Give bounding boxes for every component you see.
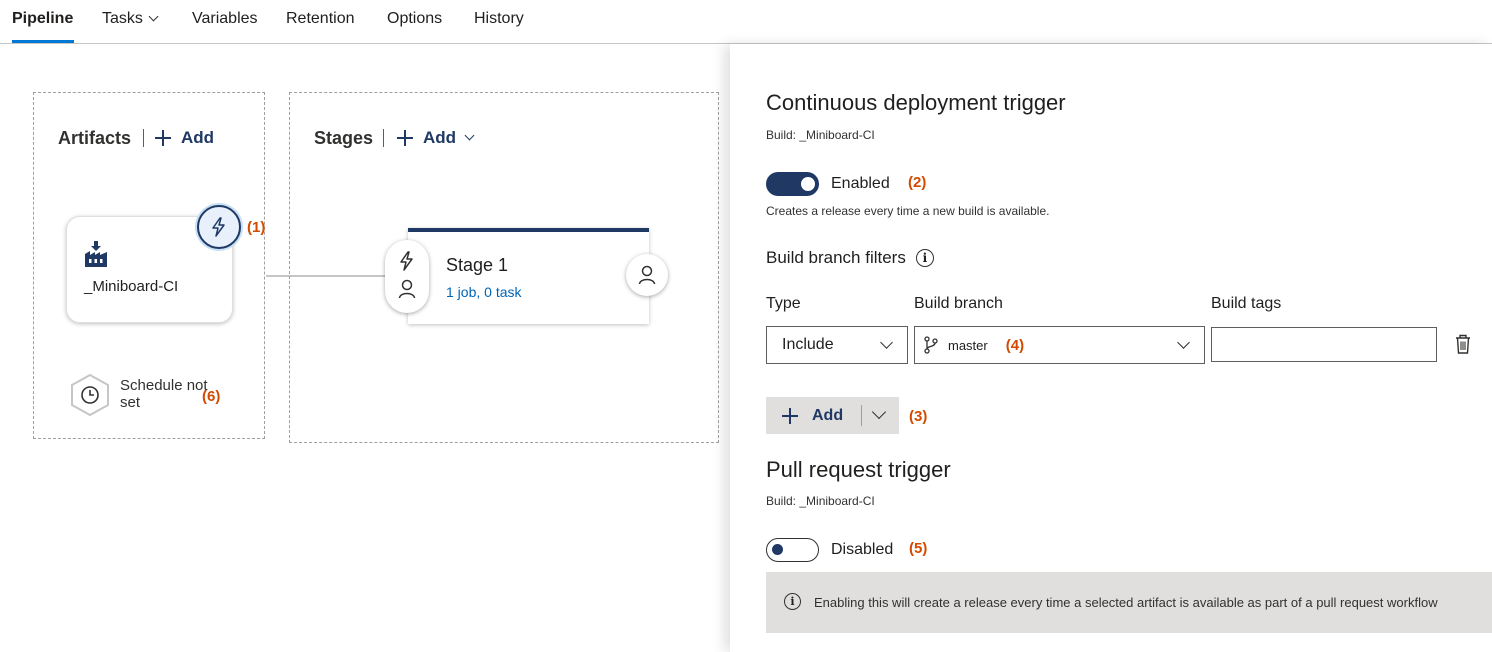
artifacts-title: Artifacts <box>58 128 132 148</box>
cd-description: Creates a release every time a new build… <box>766 204 1050 218</box>
pr-trigger-title: Pull request trigger <box>766 457 951 482</box>
column-build-branch: Build branch <box>914 295 1003 312</box>
plus-icon <box>782 407 798 424</box>
cd-toggle-label: Enabled <box>831 175 890 192</box>
add-artifact-button[interactable]: Add <box>155 128 214 148</box>
build-artifact-icon <box>85 241 107 267</box>
build-tags-input[interactable] <box>1211 327 1437 362</box>
pr-trigger-toggle[interactable] <box>766 538 819 562</box>
column-build-tags: Build tags <box>1211 295 1282 312</box>
pr-build-label: Build: _Miniboard-CI <box>766 494 875 508</box>
branch-icon <box>924 336 938 354</box>
build-branch-select[interactable]: master (4) <box>914 326 1205 364</box>
add-filter-button[interactable]: Add <box>766 397 899 434</box>
lightning-icon <box>400 251 413 271</box>
pr-toggle-label: Disabled <box>831 541 894 558</box>
cd-build-label: Build: _Miniboard-CI <box>766 128 875 142</box>
tab-options[interactable]: Options <box>387 10 442 28</box>
annotation-6: (6) <box>202 388 221 405</box>
schedule-button[interactable] <box>69 374 111 416</box>
toggle-knob <box>801 177 815 191</box>
filter-type-select[interactable]: Include <box>766 326 908 364</box>
stages-title: Stages <box>314 128 374 148</box>
artifact-name: _Miniboard-CI <box>84 278 179 295</box>
tab-tasks[interactable]: Tasks <box>102 10 159 28</box>
plus-icon <box>155 130 171 146</box>
schedule-label[interactable]: Schedule not set <box>120 377 210 411</box>
add-artifact-label: Add <box>181 128 215 147</box>
person-icon <box>638 265 656 285</box>
annotation-4: (4) <box>1005 336 1025 354</box>
plus-icon <box>397 130 413 146</box>
cd-trigger-title: Continuous deployment trigger <box>766 90 1066 115</box>
branch-filters-heading: Build branch filters i <box>766 248 934 268</box>
branch-filters-title: Build branch filters <box>766 248 906 267</box>
tab-history[interactable]: History <box>474 10 524 28</box>
divider <box>143 129 144 147</box>
top-nav: Pipeline Tasks Variables Retention Optio… <box>0 0 1492 44</box>
toggle-knob <box>772 544 783 555</box>
filter-type-value: Include <box>782 336 834 353</box>
column-type: Type <box>766 295 801 312</box>
chevron-down-icon <box>880 336 893 349</box>
tab-variables[interactable]: Variables <box>192 10 258 28</box>
annotation-2: (2) <box>908 174 927 191</box>
build-branch-value: master <box>948 337 988 353</box>
chevron-down-icon <box>464 130 475 140</box>
chevron-down-icon[interactable] <box>871 404 887 420</box>
info-icon: i <box>784 593 801 610</box>
post-deployment-approver-button[interactable] <box>626 254 668 296</box>
active-tab-indicator <box>12 40 74 43</box>
pr-info-bar: i Enabling this will create a release ev… <box>766 572 1492 633</box>
add-stage-label: Add <box>423 128 457 147</box>
info-icon[interactable]: i <box>915 249 934 267</box>
lightning-icon <box>212 217 225 237</box>
stage-card[interactable] <box>408 228 649 324</box>
chevron-down-icon <box>1177 336 1190 349</box>
chevron-down-icon <box>148 11 159 22</box>
add-stage-button[interactable]: Add <box>397 128 475 148</box>
add-filter-label: Add <box>812 406 844 424</box>
trash-icon[interactable] <box>1454 333 1472 355</box>
annotation-5: (5) <box>909 540 928 557</box>
tab-tasks-label: Tasks <box>102 10 143 27</box>
annotation-3: (3) <box>909 408 928 425</box>
pr-info-text: Enabling this will create a release ever… <box>814 595 1438 610</box>
tab-pipeline[interactable]: Pipeline <box>12 10 73 28</box>
stage-name: Stage 1 <box>446 255 509 275</box>
person-icon <box>398 279 416 299</box>
stage-summary-link[interactable]: 1 job, 0 task <box>446 284 522 300</box>
tab-retention[interactable]: Retention <box>286 10 355 28</box>
divider <box>383 129 384 147</box>
cd-trigger-button[interactable] <box>197 205 241 249</box>
annotation-1: (1) <box>247 219 266 236</box>
cd-trigger-toggle[interactable] <box>766 172 819 196</box>
pre-deployment-conditions[interactable] <box>385 240 429 313</box>
split-divider <box>861 405 862 426</box>
